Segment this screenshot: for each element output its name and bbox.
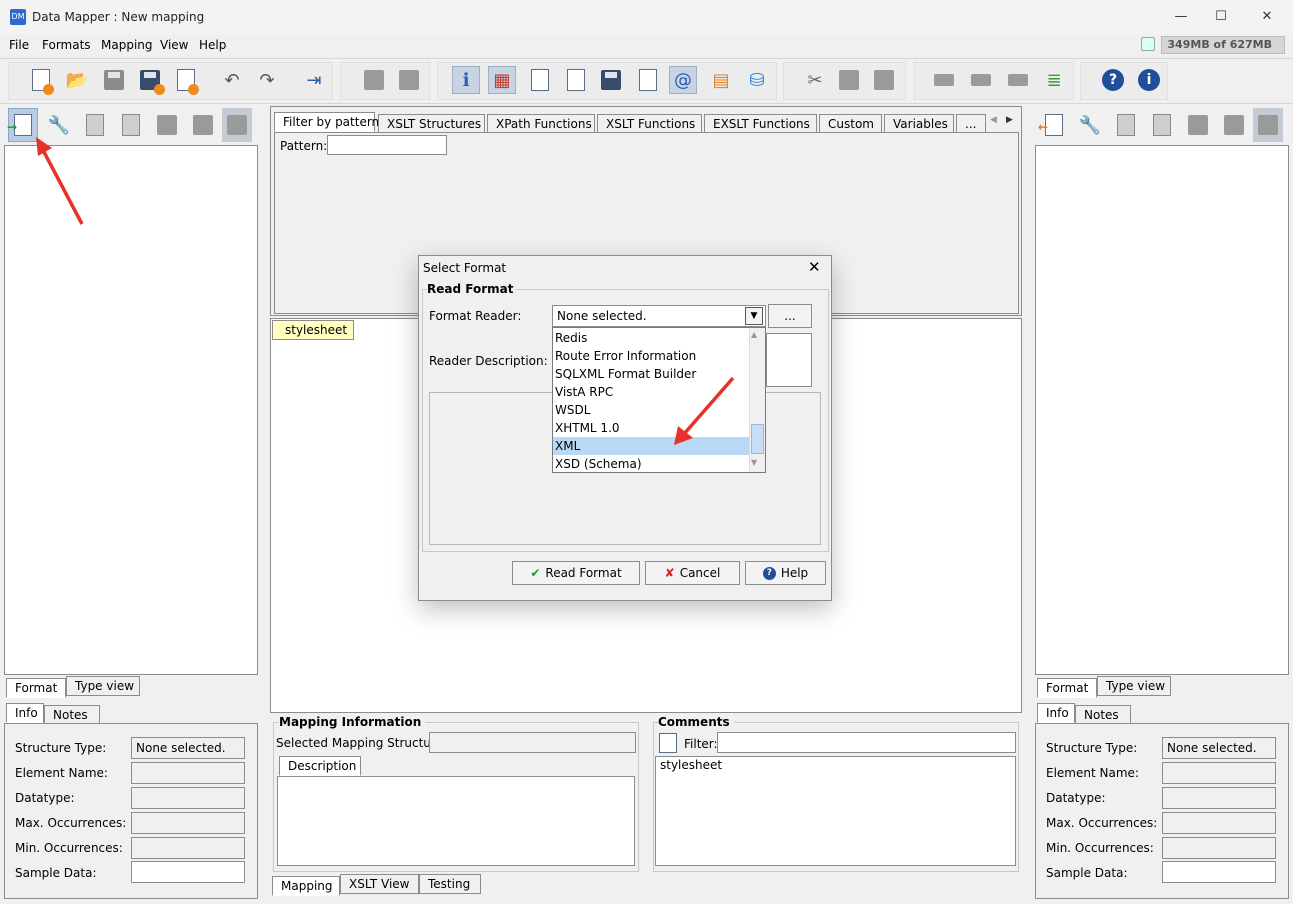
arrow-to-xml-option	[674, 376, 735, 445]
arrow-to-read-source	[36, 137, 84, 225]
annotation-arrows	[36, 137, 735, 445]
